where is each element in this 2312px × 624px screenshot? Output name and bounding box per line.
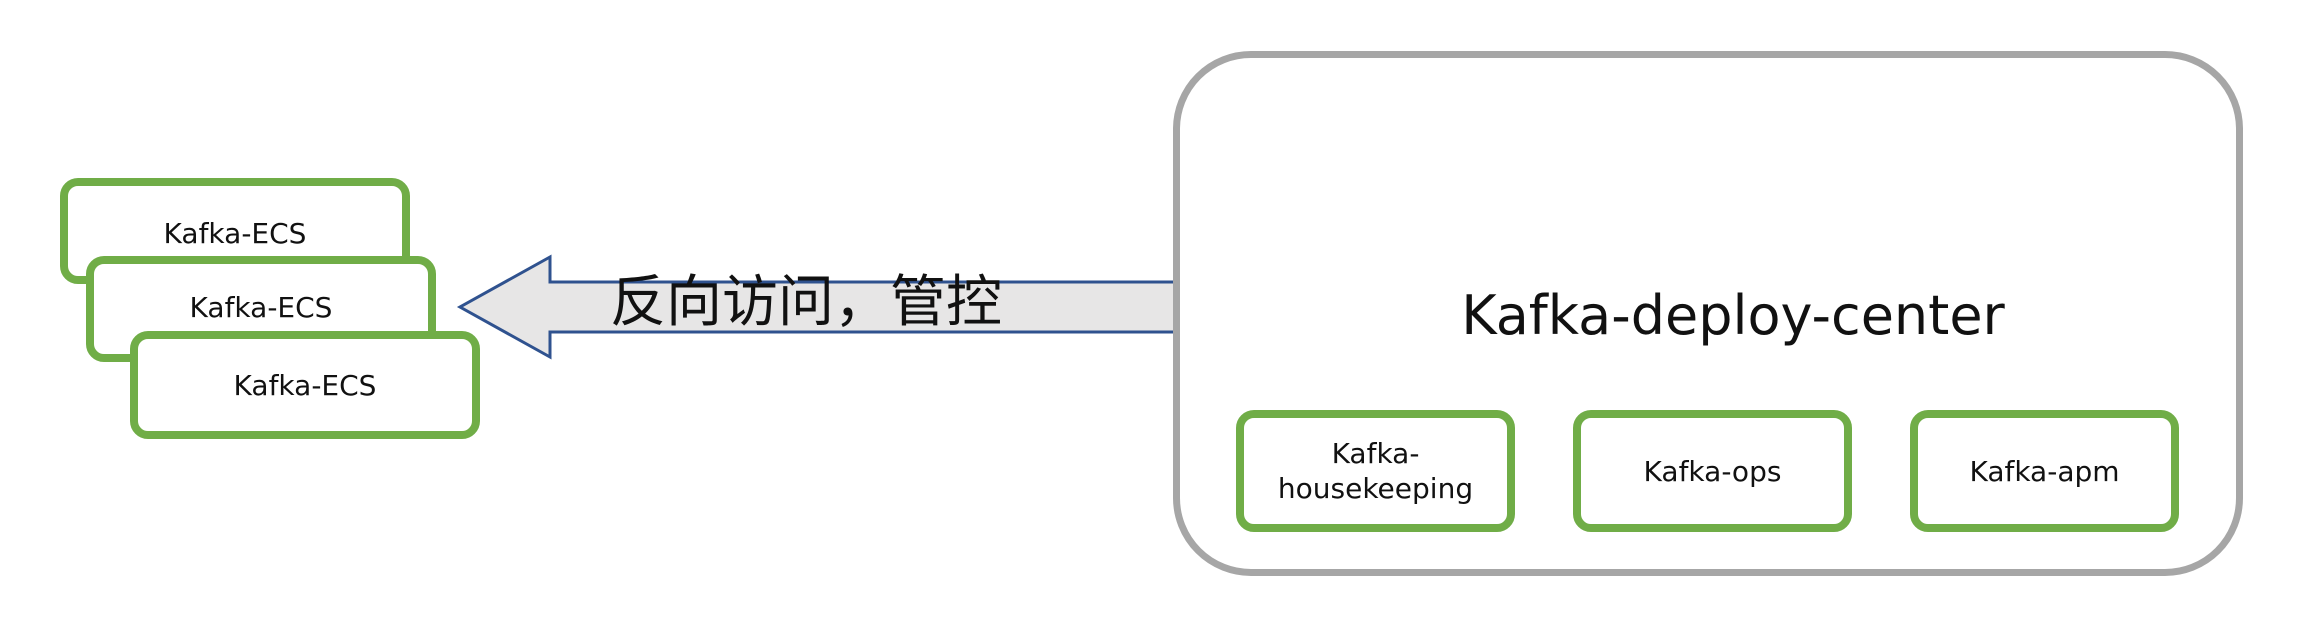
module-housekeeping: Kafka- housekeeping: [1236, 410, 1515, 532]
module-ops-label: Kafka-ops: [1643, 454, 1782, 488]
arrow-label: 反向访问，管控: [610, 270, 1002, 335]
module-housekeeping-label: Kafka- housekeeping: [1277, 437, 1474, 505]
deploy-center-title: Kafka-deploy-center: [1461, 284, 2005, 347]
module-apm-label: Kafka-apm: [1969, 454, 2120, 488]
module-ops: Kafka-ops: [1573, 410, 1852, 532]
module-apm: Kafka-apm: [1910, 410, 2179, 532]
